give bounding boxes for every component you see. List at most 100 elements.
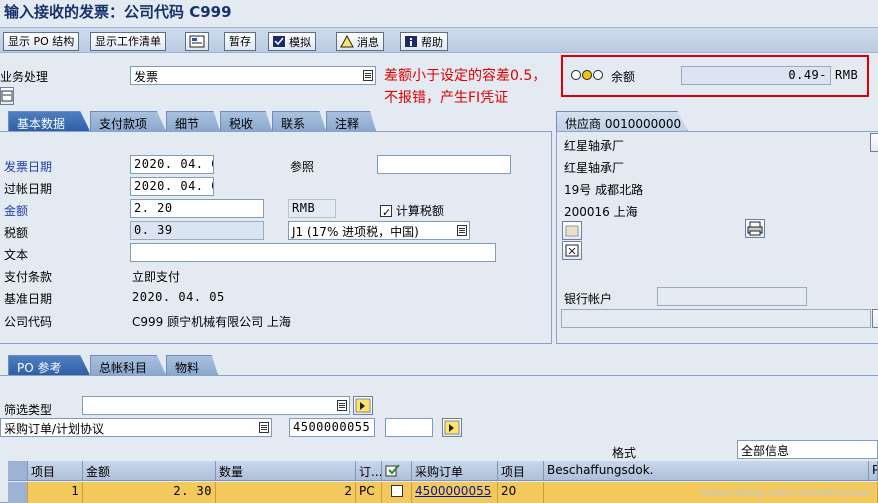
expand-header-icon[interactable]: [0, 87, 14, 105]
text-field[interactable]: [130, 243, 496, 262]
simulate-icon: [272, 35, 286, 48]
cell-purchase-order[interactable]: 4500000055: [412, 482, 498, 503]
checkbox-icon[interactable]: [390, 485, 403, 497]
tab-gl-account[interactable]: 总帐科目: [90, 355, 166, 375]
annotation-line-2: 不报错，产生FI凭证: [384, 90, 509, 106]
business-process-select[interactable]: 发票: [130, 66, 376, 85]
tax-label: 税额: [4, 226, 29, 240]
cell-item: 1: [28, 482, 83, 503]
show-po-structure-button[interactable]: 显示 PO 结构: [3, 32, 80, 51]
dropdown-icon[interactable]: [457, 225, 467, 236]
layout-select[interactable]: 全部信息: [737, 440, 878, 459]
warning-icon: [340, 34, 354, 48]
col-item[interactable]: 项目: [28, 461, 83, 481]
po-execute-icon[interactable]: [442, 418, 462, 437]
vendor-street: 19号 成都北路: [564, 183, 644, 197]
main-tabstrip: 基本数据 支付款项 细节 税收 联系 注释: [0, 111, 560, 131]
baseline-date-label: 基准日期: [4, 292, 53, 306]
vendor-city: 200016 上海: [564, 205, 638, 219]
annotation-line-1: 差额小于设定的容差0.5，: [384, 68, 547, 84]
print-icon[interactable]: [745, 219, 765, 238]
bank-account-field: [657, 287, 807, 306]
bank-account-label: 银行帐户: [564, 292, 613, 306]
checkbox-checked-icon[interactable]: [380, 205, 392, 217]
tab-basic-data[interactable]: 基本数据: [8, 111, 90, 131]
help-icon: [404, 35, 418, 48]
application-toolbar: 显示 PO 结构 显示工作清单 暂存 模拟 消息 帮助: [0, 27, 878, 53]
traffic-light-icon: [571, 69, 603, 84]
balance-currency: RMB: [835, 68, 859, 82]
layout-icon[interactable]: [185, 32, 209, 51]
filter-execute-icon[interactable]: [353, 396, 373, 415]
po-tabstrip: PO 参考 总帐科目 物料: [0, 355, 878, 375]
cell-quantity[interactable]: 2: [216, 482, 356, 503]
col-p[interactable]: P: [869, 461, 878, 481]
cell-po-item: 20: [498, 482, 544, 503]
tab-payment[interactable]: 支付款项: [90, 111, 166, 131]
filter-type-label: 筛选类型: [4, 403, 53, 417]
tab-material[interactable]: 物料: [166, 355, 218, 375]
watermark-text: https://blog.csdn.net/wllfeyuan: [700, 486, 871, 499]
col-quantity[interactable]: 数量: [216, 461, 356, 481]
vendor-name-1: 红星轴承厂: [564, 139, 625, 153]
balance-value: 0.49-: [681, 66, 831, 85]
payment-terms-value: 立即支付: [132, 270, 181, 284]
vendor-edit-icon[interactable]: [562, 221, 582, 240]
col-amount[interactable]: 金额: [83, 461, 216, 481]
help-button[interactable]: 帮助: [400, 32, 448, 51]
col-select[interactable]: [382, 461, 412, 481]
tax-field: 0. 39: [130, 221, 264, 240]
tab-note[interactable]: 注释: [326, 111, 376, 131]
baseline-date-value: 2020. 04. 05: [132, 290, 225, 304]
calc-tax-checkbox[interactable]: 计算税额: [380, 202, 444, 219]
tab-tax[interactable]: 税收: [220, 111, 272, 131]
vendor-detail-icon[interactable]: [870, 133, 878, 152]
amount-label: 金额: [4, 204, 29, 218]
posting-date-label: 过帐日期: [4, 182, 53, 196]
dropdown-icon[interactable]: [337, 400, 347, 411]
messages-button[interactable]: 消息: [336, 32, 384, 51]
hold-button[interactable]: 暂存: [224, 32, 256, 51]
window-title: 输入接收的发票：公司代码 C999: [0, 0, 878, 25]
dropdown-icon[interactable]: [259, 422, 269, 433]
simulate-button[interactable]: 模拟: [268, 32, 316, 51]
tax-code-select[interactable]: J1 (17% 进项税，中国): [288, 221, 470, 240]
tab-po-reference[interactable]: PO 参考: [8, 355, 90, 375]
amount-field[interactable]: 2. 20: [130, 199, 264, 218]
col-order-unit[interactable]: 订...: [356, 461, 382, 481]
tab-contact[interactable]: 联系: [272, 111, 326, 131]
cell-amount[interactable]: 2. 30: [83, 482, 216, 503]
reference-label: 参照: [290, 160, 315, 174]
po-number-field[interactable]: 4500000055: [289, 418, 375, 437]
show-worklist-button[interactable]: 显示工作清单: [90, 32, 166, 51]
col-purchase-order[interactable]: 采购订单: [412, 461, 498, 481]
filter-type-select[interactable]: [82, 396, 350, 415]
document-type-select[interactable]: 采购订单/计划协议: [0, 418, 272, 437]
text-label: 文本: [4, 248, 29, 262]
business-process-label: 业务处理: [0, 70, 49, 84]
reference-field[interactable]: [377, 155, 511, 174]
cell-unit: PC: [356, 482, 382, 503]
layout-label: 格式: [612, 446, 637, 460]
cell-select-checkbox[interactable]: [382, 482, 412, 503]
col-procurement-doc[interactable]: Beschaffungsdok.: [544, 461, 869, 481]
bank-detail-icon[interactable]: [872, 309, 878, 328]
tab-details[interactable]: 细节: [166, 111, 220, 131]
payment-terms-label: 支付条款: [4, 270, 53, 284]
invoice-date-field[interactable]: 2020. 04. 05: [130, 155, 214, 174]
vendor-tab[interactable]: 供应商 0010000000: [556, 111, 688, 131]
vendor-name-2: 红星轴承厂: [564, 161, 625, 175]
posting-date-field[interactable]: 2020. 04. 05: [130, 177, 214, 196]
company-code-value: C999 顾宁机械有限公司 上海: [132, 315, 291, 329]
vendor-delete-icon[interactable]: [562, 241, 582, 260]
po-item-field[interactable]: [385, 418, 433, 437]
bank-account-detail-field: [561, 309, 871, 328]
col-po-item[interactable]: 项目: [498, 461, 544, 481]
invoice-date-label: 发票日期: [4, 160, 53, 174]
row-selector-header[interactable]: [8, 461, 28, 481]
balance-label: 余额: [611, 70, 636, 84]
balance-highlight-box: 余额 0.49- RMB: [561, 55, 869, 97]
row-selector[interactable]: [8, 482, 28, 503]
company-code-label: 公司代码: [4, 315, 53, 329]
dropdown-icon[interactable]: [363, 70, 373, 81]
